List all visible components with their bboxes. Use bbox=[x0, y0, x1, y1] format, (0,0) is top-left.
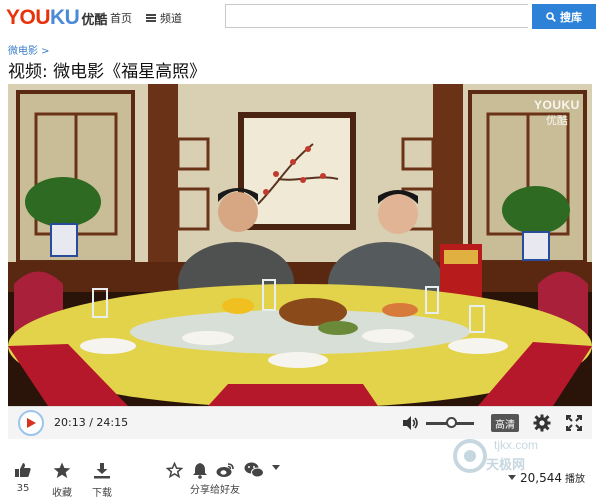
video-frame bbox=[8, 84, 592, 406]
site-logo-icon bbox=[453, 439, 487, 473]
thumbs-up-icon bbox=[15, 463, 31, 477]
volume-knob[interactable] bbox=[446, 417, 457, 428]
youku-watermark: YOUKU 优酷 bbox=[534, 98, 580, 127]
page-title: 视频: 微电影《福星高照》 bbox=[8, 62, 207, 82]
gear-icon[interactable] bbox=[533, 414, 551, 432]
collect-button[interactable]: 收藏 bbox=[52, 462, 72, 499]
bell-icon[interactable] bbox=[192, 462, 208, 479]
nav-channel-link[interactable]: 频道 bbox=[146, 10, 182, 26]
nav-home-link[interactable]: 首页 bbox=[110, 10, 132, 26]
search-icon bbox=[546, 11, 556, 22]
search-button-label: 搜库 bbox=[560, 10, 582, 24]
view-count-number: 20,544 bbox=[520, 470, 562, 485]
menu-icon bbox=[146, 14, 156, 22]
fullscreen-icon[interactable] bbox=[566, 415, 582, 431]
youku-logo[interactable]: YOUKU 优酷 bbox=[6, 6, 108, 29]
view-count: 20,544 播放 bbox=[508, 470, 585, 485]
search-button[interactable]: 搜库 bbox=[532, 4, 596, 29]
play-icon bbox=[27, 418, 36, 428]
wechat-icon[interactable] bbox=[244, 462, 264, 478]
logo-text: YOUKU bbox=[6, 6, 80, 29]
share-label[interactable]: 分享给好友 bbox=[190, 481, 240, 496]
play-button[interactable] bbox=[18, 410, 44, 436]
star-icon bbox=[53, 462, 71, 478]
weibo-icon[interactable] bbox=[216, 462, 235, 478]
download-icon bbox=[94, 463, 110, 479]
star-outline-icon[interactable] bbox=[166, 462, 183, 478]
caret-down-icon[interactable] bbox=[272, 465, 280, 471]
breadcrumb[interactable]: 微电影 > bbox=[8, 42, 50, 57]
like-button[interactable]: 35 bbox=[14, 462, 32, 494]
view-count-label: 播放 bbox=[565, 474, 585, 485]
volume-icon[interactable] bbox=[402, 415, 420, 431]
time-display: 20:13 / 24:15 bbox=[54, 416, 129, 429]
quality-button[interactable]: 高清 bbox=[491, 414, 519, 432]
player-controls: 20:13 / 24:15 高清 bbox=[8, 406, 592, 439]
top-bar: YOUKU 优酷 首页 频道 搜库 bbox=[0, 0, 600, 34]
logo-cn-text: 优酷 bbox=[81, 13, 108, 28]
video-player[interactable]: YOUKU 优酷 bbox=[8, 84, 592, 406]
download-button[interactable]: 下载 bbox=[92, 462, 112, 499]
search-input[interactable] bbox=[225, 4, 528, 28]
caret-down-icon bbox=[508, 474, 516, 480]
nav-channel-label: 频道 bbox=[160, 12, 182, 25]
